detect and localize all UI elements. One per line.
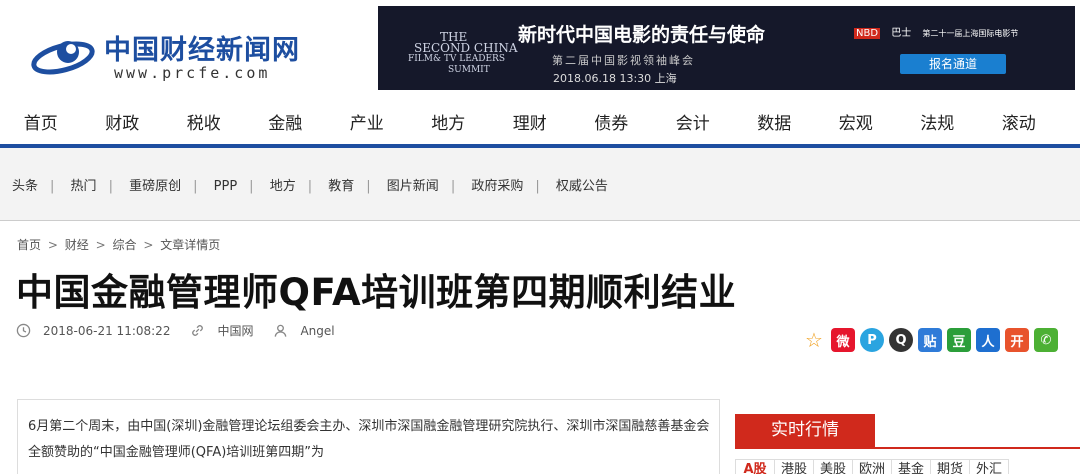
breadcrumb-item[interactable]: 首页	[17, 238, 41, 252]
nav-item[interactable]: 理财	[489, 104, 571, 144]
market-widget-title: 实时行情	[735, 414, 875, 447]
nav-item[interactable]: 地方	[408, 104, 490, 144]
link-icon	[192, 325, 204, 336]
banner-left-line: SUMMIT	[448, 65, 490, 75]
tab-us-shares[interactable]: 美股	[813, 459, 853, 474]
kaixin-icon[interactable]: 开	[1005, 328, 1029, 352]
nav-item[interactable]: 数据	[734, 104, 816, 144]
article-author: Angel	[300, 323, 335, 338]
nav-item[interactable]: 债券	[571, 104, 653, 144]
douban-icon[interactable]: 豆	[947, 328, 971, 352]
subnav-item[interactable]: 重磅原创	[129, 175, 181, 194]
site-logo[interactable]: 中国财经新闻网 www.prcfe.com	[30, 28, 300, 88]
nav-item[interactable]: 财政	[82, 104, 164, 144]
meta-date: 2018-06-21 11:08:22	[16, 323, 170, 338]
subnav-separator: |	[249, 179, 254, 194]
article-lead: 6月第二个周末，由中国(深圳)金融管理论坛组委会主办、深圳市深国融金融管理研究院…	[28, 419, 710, 460]
publish-date: 2018-06-21 11:08:22	[43, 323, 171, 338]
nav-item[interactable]: 法规	[897, 104, 979, 144]
partner-logo: 第二十一届上海国际电影节	[922, 29, 1019, 38]
banner-summit-logo: THE SECOND CHINA FILM& TV LEADERS SUMMIT	[408, 31, 518, 76]
subnav-separator: |	[193, 179, 198, 194]
subnav-separator: |	[50, 179, 55, 194]
subnav-item[interactable]: PPP	[214, 179, 238, 194]
site-title: 中国财经新闻网	[104, 35, 300, 66]
nav-item[interactable]: 产业	[326, 104, 408, 144]
article-source[interactable]: 中国网	[217, 322, 253, 339]
article-meta: 2018-06-21 11:08:22 中国网 Angel	[16, 322, 355, 339]
wechat-icon[interactable]: ✆	[1034, 328, 1058, 352]
favorite-icon[interactable]: ☆	[802, 328, 826, 352]
weibo-icon[interactable]: 微	[831, 328, 855, 352]
nav-item[interactable]: 首页	[0, 104, 82, 144]
article-title: 中国金融管理师QFA培训班第四期顺利结业	[16, 271, 737, 314]
main-nav: 首页 财政 税收 金融 产业 地方 理财 债券 会计 数据 宏观 法规 滚动	[0, 104, 1080, 144]
user-icon	[275, 324, 287, 337]
sub-nav: 头条 | 热门 | 重磅原创 | PPP | 地方 | 教育 | 图片新闻 | 政府采购 | 权…	[0, 148, 1080, 220]
article-body: 6月第二个周末，由中国(深圳)金融管理论坛组委会主办、深圳市深国融金融管理研究院…	[17, 399, 720, 474]
tab-hk-shares[interactable]: 港股	[774, 459, 814, 474]
market-tabs: A股 港股 美股 欧洲 基金 期货 外汇	[735, 459, 1009, 474]
qq-icon[interactable]: Q	[889, 328, 913, 352]
tab-forex[interactable]: 外汇	[969, 459, 1009, 474]
banner-subtitle: 第二届中国影视领袖峰会	[552, 54, 695, 67]
subnav-item[interactable]: 权威公告	[556, 175, 608, 194]
subnav-separator: |	[450, 179, 456, 194]
logo-mark-icon	[31, 41, 95, 75]
breadcrumb-separator: >	[47, 238, 58, 252]
banner-left-line: FILM& TV LEADERS	[408, 54, 506, 64]
tieba-icon[interactable]: 贴	[918, 328, 942, 352]
nav-item[interactable]: 税收	[163, 104, 245, 144]
partner-logo: 巴士	[891, 28, 912, 39]
subnav-item[interactable]: 政府采购	[471, 175, 523, 194]
subnav-item[interactable]: 地方	[270, 175, 296, 194]
nav-item[interactable]: 滚动	[978, 104, 1060, 144]
subnav-item[interactable]: 图片新闻	[387, 175, 439, 194]
banner-date: 2018.06.18 13:30 上海	[553, 72, 677, 85]
subnav-item[interactable]: 教育	[328, 175, 354, 194]
banner-title: 新时代中国电影的责任与使命	[518, 24, 766, 46]
ad-banner[interactable]: THE SECOND CHINA FILM& TV LEADERS SUMMIT…	[378, 6, 1075, 90]
share-bar: ☆ 微 P Q 贴 豆 人 开 ✆	[802, 328, 1063, 352]
breadcrumb-separator: >	[95, 238, 106, 252]
subnav-divider	[0, 220, 1080, 221]
breadcrumb-item[interactable]: 财经	[65, 238, 89, 252]
tab-futures[interactable]: 期货	[930, 459, 970, 474]
nav-item[interactable]: 会计	[652, 104, 734, 144]
meta-source: 中国网	[190, 322, 253, 339]
subnav-item[interactable]: 头条	[12, 175, 38, 194]
breadcrumb-separator: >	[143, 238, 154, 252]
subnav-separator: |	[366, 179, 371, 194]
tab-funds[interactable]: 基金	[891, 459, 931, 474]
breadcrumb-current: 文章详情页	[160, 238, 221, 252]
banner-register-button[interactable]: 报名通道	[900, 54, 1006, 74]
partner-logo: NBD	[854, 28, 881, 39]
breadcrumb-item[interactable]: 综合	[112, 238, 136, 252]
subnav-separator: |	[108, 179, 113, 194]
banner-partners: NBD 巴士 第二十一届上海国际电影节	[854, 24, 1026, 39]
clock-icon	[16, 323, 31, 338]
meta-author: Angel	[273, 323, 335, 338]
tab-a-shares[interactable]: A股	[735, 459, 775, 474]
subnav-separator: |	[535, 179, 540, 194]
renren-icon[interactable]: 人	[976, 328, 1000, 352]
tencent-weibo-icon[interactable]: P	[860, 328, 884, 352]
subnav-separator: |	[307, 179, 313, 194]
site-url: www.prcfe.com	[114, 64, 271, 82]
breadcrumb: 首页 > 财经 > 综合 > 文章详情页	[17, 236, 220, 253]
subnav-item[interactable]: 热门	[71, 175, 97, 194]
nav-item[interactable]: 宏观	[815, 104, 897, 144]
tab-europe[interactable]: 欧洲	[852, 459, 892, 474]
nav-item[interactable]: 金融	[245, 104, 327, 144]
banner-left-line: SECOND CHINA	[414, 41, 518, 55]
site-header: 中国财经新闻网 www.prcfe.com THE SECOND CHINA F…	[0, 0, 1080, 100]
market-widget-header: 实时行情	[735, 414, 1080, 449]
